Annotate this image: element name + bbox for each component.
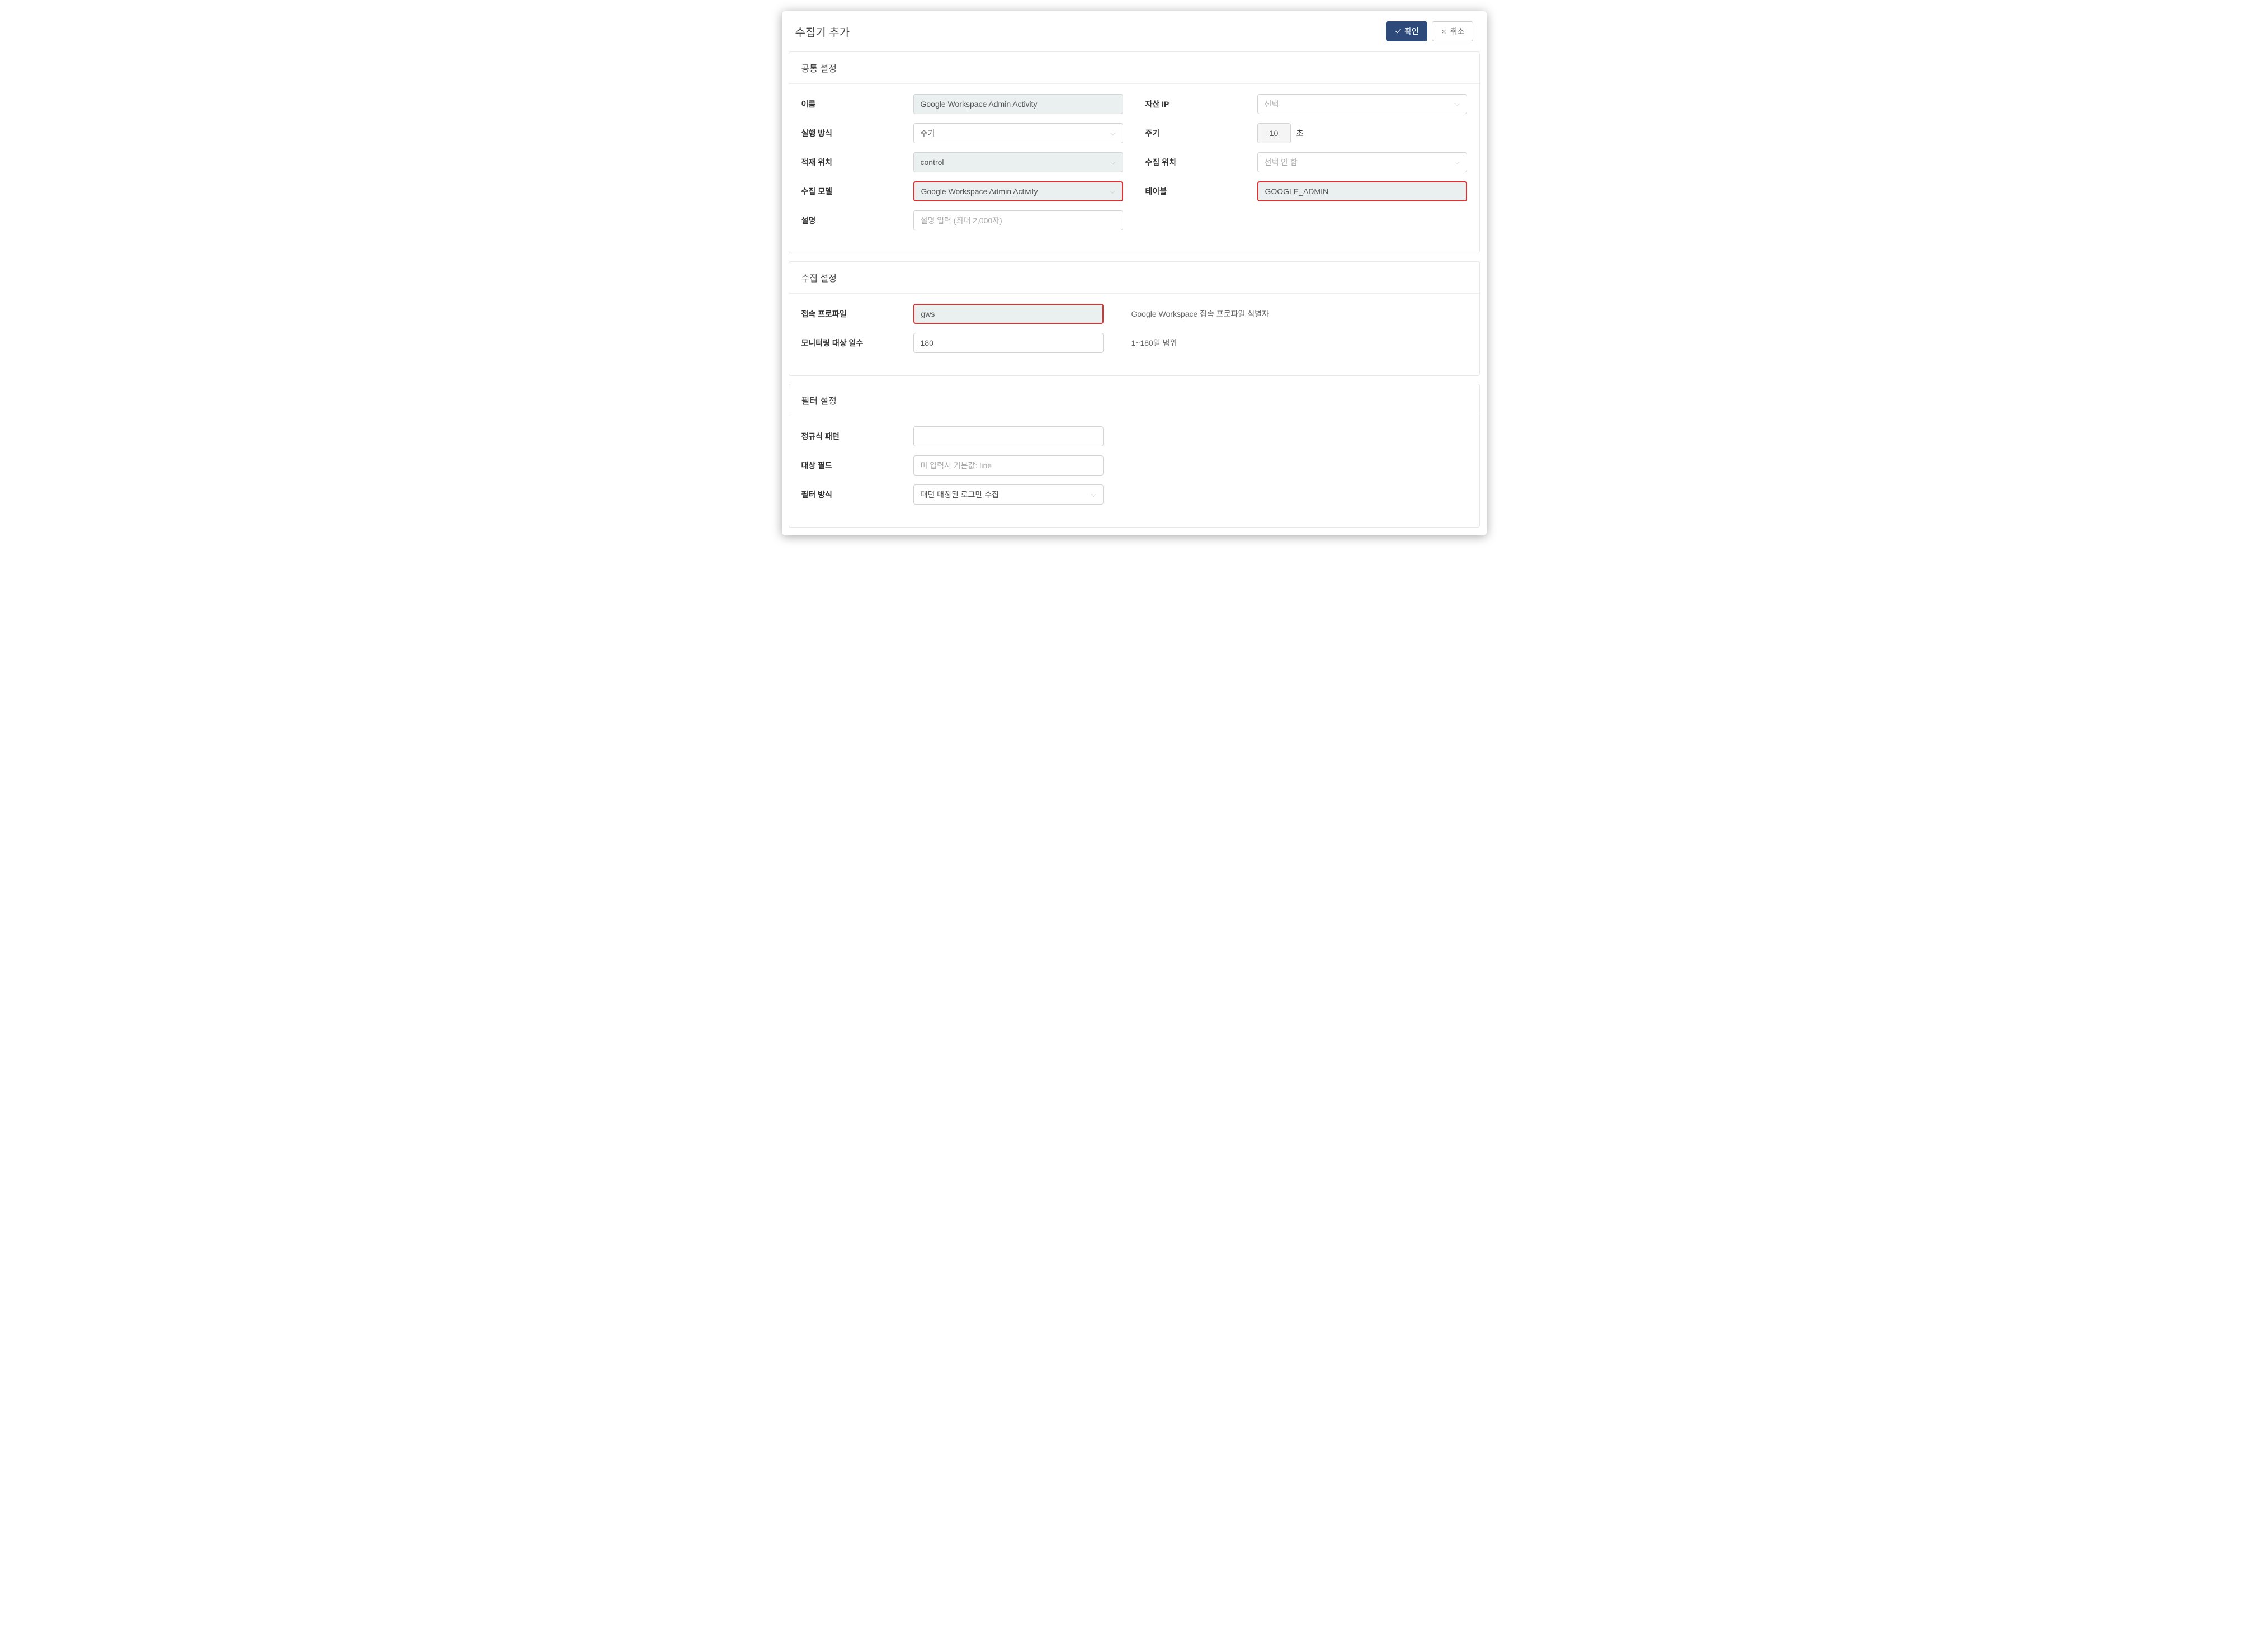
regex-label: 정규식 패턴 (801, 431, 913, 442)
table-label: 테이블 (1145, 186, 1257, 197)
check-icon (1394, 28, 1402, 35)
chevron-down-icon: ⌵ (1110, 158, 1115, 167)
filter-settings-section: 필터 설정 정규식 패턴 대상 필드 필터 방식 패턴 매칭된 로그만 수집 (789, 384, 1480, 528)
profile-help: Google Workspace 접속 프로파일 식별자 (1131, 308, 1269, 319)
target-field-label: 대상 필드 (801, 460, 913, 471)
regex-input[interactable] (913, 426, 1104, 446)
monitor-days-help: 1~180일 범위 (1131, 337, 1177, 349)
common-settings-body: 이름 자산 IP 선택 ⌵ 실행 방식 (789, 84, 1479, 253)
desc-label: 설명 (801, 215, 913, 226)
chevron-down-icon: ⌵ (1454, 158, 1459, 167)
storage-select[interactable]: control ⌵ (913, 152, 1123, 172)
asset-ip-value: 선택 (1265, 98, 1279, 110)
profile-input[interactable] (913, 304, 1104, 324)
collect-settings-section: 수집 설정 접속 프로파일 Google Workspace 접속 프로파일 식… (789, 261, 1480, 376)
collect-loc-label: 수집 위치 (1145, 157, 1257, 168)
cancel-button[interactable]: 취소 (1432, 21, 1473, 41)
filter-method-select[interactable]: 패턴 매칭된 로그만 수집 ⌵ (913, 484, 1104, 505)
collect-loc-value: 선택 안 함 (1265, 157, 1298, 168)
interval-input[interactable] (1257, 123, 1291, 143)
filter-method-value: 패턴 매칭된 로그만 수집 (921, 489, 999, 500)
exec-method-label: 실행 방식 (801, 128, 913, 139)
header-buttons: 확인 취소 (1386, 21, 1473, 41)
name-label: 이름 (801, 98, 913, 110)
name-input[interactable] (913, 94, 1123, 114)
confirm-button[interactable]: 확인 (1386, 21, 1427, 41)
monitor-days-label: 모니터링 대상 일수 (801, 337, 913, 349)
collect-settings-body: 접속 프로파일 Google Workspace 접속 프로파일 식별자 모니터… (789, 294, 1479, 375)
exec-method-select[interactable]: 주기 ⌵ (913, 123, 1123, 143)
asset-ip-select[interactable]: 선택 ⌵ (1257, 94, 1467, 114)
exec-method-value: 주기 (921, 128, 935, 139)
chevron-down-icon: ⌵ (1454, 100, 1459, 109)
storage-value: control (921, 158, 944, 167)
add-collector-modal: 수집기 추가 확인 취소 공통 설정 이름 (782, 11, 1487, 535)
confirm-button-label: 확인 (1404, 26, 1419, 37)
common-settings-title: 공통 설정 (789, 52, 1479, 84)
modal-header: 수집기 추가 확인 취소 (782, 11, 1487, 51)
close-icon (1440, 28, 1447, 35)
profile-label: 접속 프로파일 (801, 308, 913, 319)
chevron-down-icon: ⌵ (1091, 491, 1096, 499)
storage-label: 적재 위치 (801, 157, 913, 168)
collect-model-select[interactable]: Google Workspace Admin Activity ⌵ (913, 181, 1123, 201)
modal-title: 수집기 추가 (795, 23, 850, 40)
chevron-down-icon: ⌵ (1110, 187, 1115, 196)
cancel-button-label: 취소 (1450, 26, 1465, 37)
asset-ip-label: 자산 IP (1145, 98, 1257, 110)
monitor-days-input[interactable] (913, 333, 1104, 353)
interval-label: 주기 (1145, 128, 1257, 139)
collect-model-label: 수집 모델 (801, 186, 913, 197)
interval-unit: 초 (1296, 128, 1304, 139)
chevron-down-icon: ⌵ (1110, 129, 1115, 138)
target-field-input[interactable] (913, 455, 1104, 476)
collect-loc-select[interactable]: 선택 안 함 ⌵ (1257, 152, 1467, 172)
filter-settings-body: 정규식 패턴 대상 필드 필터 방식 패턴 매칭된 로그만 수집 ⌵ (789, 416, 1479, 527)
desc-input[interactable] (913, 210, 1123, 230)
collect-model-value: Google Workspace Admin Activity (921, 187, 1038, 196)
table-input[interactable] (1257, 181, 1467, 201)
filter-method-label: 필터 방식 (801, 489, 913, 500)
filter-settings-title: 필터 설정 (789, 384, 1479, 416)
collect-settings-title: 수집 설정 (789, 262, 1479, 294)
common-settings-section: 공통 설정 이름 자산 IP 선택 ⌵ (789, 51, 1480, 253)
